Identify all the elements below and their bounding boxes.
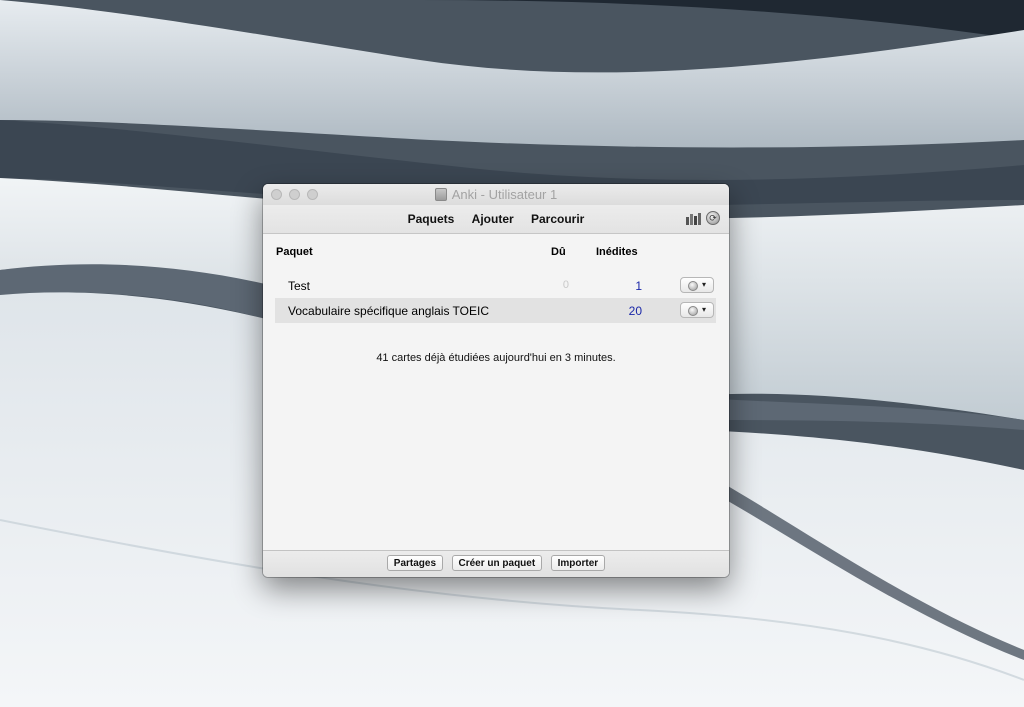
gear-icon	[688, 281, 698, 291]
anki-main-window: Anki - Utilisateur 1 Paquets Ajouter Par…	[263, 184, 729, 577]
column-header-deck: Paquet	[276, 246, 313, 258]
main-toolbar: Paquets Ajouter Parcourir ⟳	[263, 205, 729, 234]
new-count: 1	[635, 279, 642, 293]
table-row: Vocabulaire spécifique anglais TOEIC 20 …	[275, 298, 716, 323]
nav-decks[interactable]: Paquets	[408, 212, 455, 226]
nav-add[interactable]: Ajouter	[472, 212, 514, 226]
window-title-container: Anki - Utilisateur 1	[263, 187, 729, 202]
nav-browse[interactable]: Parcourir	[531, 212, 584, 226]
window-title: Anki - Utilisateur 1	[451, 187, 558, 202]
chevron-down-icon: ▾	[702, 305, 707, 314]
deck-options-button[interactable]: ▾	[680, 302, 714, 318]
table-row: Test 0 1 ▾	[275, 273, 716, 298]
due-count: 0	[562, 279, 569, 291]
stats-icon[interactable]	[686, 213, 701, 225]
column-header-new: Inédites	[596, 246, 638, 258]
bottom-bar: Partages Créer un paquet Importer	[263, 550, 729, 577]
anki-app-icon	[434, 188, 447, 201]
study-summary: 41 cartes déjà étudiées aujourd'hui en 3…	[376, 352, 616, 364]
create-deck-button[interactable]: Créer un paquet	[451, 555, 543, 571]
new-count: 20	[628, 304, 642, 318]
sync-icon[interactable]: ⟳	[706, 211, 720, 225]
deck-browser: Paquet Dû Inédites Test 0 1 ▾ Vocabulair…	[263, 234, 729, 550]
import-button[interactable]: Importer	[550, 555, 606, 571]
deck-options-button[interactable]: ▾	[680, 277, 714, 293]
column-header-due: Dû	[551, 246, 566, 258]
chevron-down-icon: ▾	[702, 280, 707, 289]
deck-link[interactable]: Vocabulaire spécifique anglais TOEIC	[288, 304, 489, 318]
shared-decks-button[interactable]: Partages	[386, 555, 444, 571]
main-nav: Paquets Ajouter Parcourir	[263, 212, 729, 226]
title-bar[interactable]: Anki - Utilisateur 1	[263, 184, 729, 205]
deck-link[interactable]: Test	[288, 279, 310, 293]
gear-icon	[688, 306, 698, 316]
